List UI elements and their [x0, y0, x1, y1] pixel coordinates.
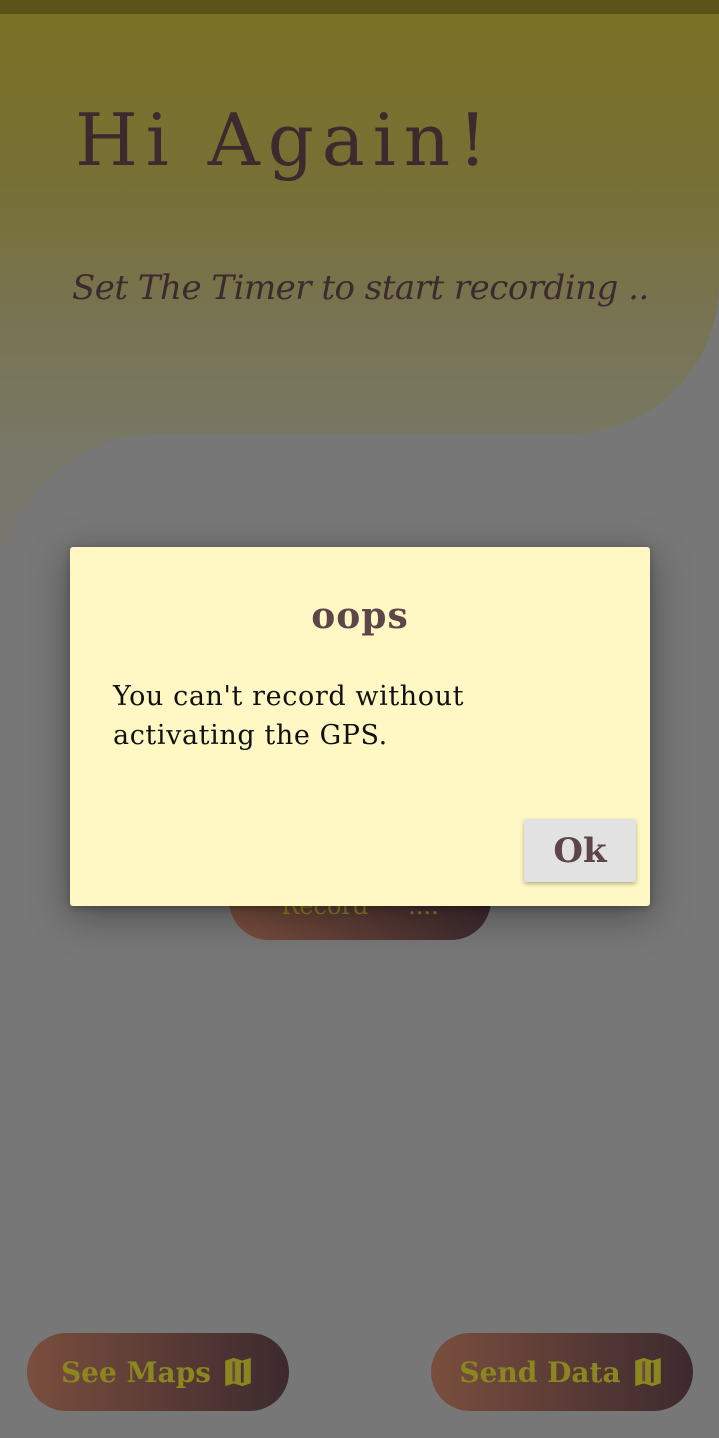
alert-dialog: oops You can't record without activating…: [70, 547, 650, 906]
dialog-title: oops: [311, 595, 409, 637]
dialog-message: You can't record without activating the …: [113, 681, 465, 751]
ok-button[interactable]: Ok: [524, 819, 636, 882]
